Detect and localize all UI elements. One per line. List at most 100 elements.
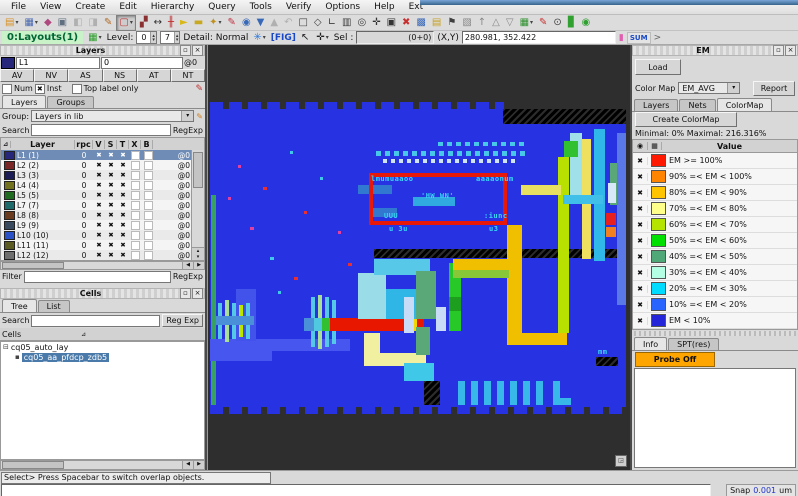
select-check-icon[interactable]: ✖ bbox=[105, 251, 117, 259]
visible-check-icon[interactable]: ✖ bbox=[633, 301, 648, 309]
edit-properties-button[interactable]: ▩ ▾ bbox=[414, 16, 427, 30]
palette-icon[interactable]: ✎ bbox=[195, 84, 203, 94]
draw-via-button[interactable]: ◎ ▾ bbox=[355, 16, 368, 30]
colormap-row[interactable]: ✖ 70% =< EM < 80% bbox=[633, 201, 797, 217]
tab[interactable]: Groups bbox=[47, 96, 94, 108]
num-checkbox[interactable] bbox=[2, 84, 12, 94]
x-checkbox[interactable] bbox=[131, 151, 140, 160]
visible-check-icon[interactable]: ✖ bbox=[93, 191, 105, 199]
colormap-row[interactable]: ✖ 50% =< EM < 60% bbox=[633, 233, 797, 249]
column-header[interactable]: Layer bbox=[11, 140, 75, 149]
visible-check-icon[interactable]: ✖ bbox=[93, 251, 105, 259]
chart-button[interactable]: ▊ ▾ bbox=[566, 16, 578, 30]
zoom-in-button[interactable]: △ ▾ bbox=[490, 16, 502, 30]
layer-row[interactable]: L5 (5) 0 ✖ ✖ ✖ @0 bbox=[1, 190, 192, 200]
menu-item[interactable]: Help bbox=[367, 1, 402, 13]
layer-row[interactable]: L3 (3) 0 ✖ ✖ ✖ @0 bbox=[1, 170, 192, 180]
tab[interactable]: List bbox=[38, 300, 70, 312]
visible-check-icon[interactable]: ✖ bbox=[633, 157, 648, 165]
download-button[interactable]: ▼ ▾ bbox=[255, 16, 267, 30]
layers-horizontal-scrollbar[interactable]: ◀ ▶ bbox=[0, 261, 205, 270]
chevron-down-icon[interactable]: ▾ bbox=[181, 111, 193, 121]
draw-path-button[interactable]: ∟ ▾ bbox=[326, 16, 338, 30]
snap-value[interactable]: 0.001 bbox=[753, 486, 776, 495]
clean-button[interactable]: ✎ ▾ bbox=[102, 16, 114, 30]
tab[interactable]: Layers bbox=[634, 99, 678, 111]
sum-button[interactable]: SUM bbox=[627, 32, 651, 44]
x-checkbox[interactable] bbox=[131, 211, 140, 220]
tab[interactable]: Nets bbox=[679, 99, 715, 111]
scrollbar-buttons[interactable]: ▴▾ bbox=[192, 247, 204, 260]
select-check-icon[interactable]: ✖ bbox=[105, 201, 117, 209]
paste-button[interactable]: ▤ ▾ bbox=[430, 16, 443, 30]
float-panel-icon[interactable]: ▫ bbox=[180, 288, 191, 299]
minus-button[interactable]: ▬ ▾ bbox=[192, 16, 205, 30]
select-check-icon[interactable]: ✖ bbox=[105, 161, 117, 169]
scroll-left-icon[interactable]: ◀ bbox=[182, 461, 193, 469]
layer-row[interactable]: L8 (8) 0 ✖ ✖ ✖ @0 bbox=[1, 210, 192, 220]
select-check-icon[interactable]: ✖ bbox=[105, 191, 117, 199]
report-button[interactable]: Report bbox=[753, 81, 795, 96]
b-checkbox[interactable] bbox=[144, 241, 153, 250]
float-panel-icon[interactable]: ▫ bbox=[180, 45, 191, 56]
draw-polygon-button[interactable]: ◇ ▾ bbox=[312, 16, 324, 30]
redraw-mode-button[interactable]: ✳ ▾ bbox=[251, 31, 267, 45]
visible-check-icon[interactable]: ✖ bbox=[93, 211, 105, 219]
delete-button[interactable]: ✖ ▾ bbox=[400, 16, 412, 30]
library-button[interactable]: ◆ ▾ bbox=[42, 16, 54, 30]
text-check-icon[interactable]: ✖ bbox=[117, 251, 129, 259]
menu-item[interactable]: Create bbox=[68, 1, 112, 13]
layer-row[interactable]: L2 (2) 0 ✖ ✖ ✖ @0 bbox=[1, 160, 192, 170]
column-header[interactable]: T bbox=[117, 140, 129, 149]
column-header[interactable]: V bbox=[93, 140, 105, 149]
menu-item[interactable]: Tools bbox=[243, 1, 279, 13]
layer-visibility-button[interactable]: AS bbox=[68, 69, 102, 82]
text-check-icon[interactable]: ✖ bbox=[117, 231, 129, 239]
visible-check-icon[interactable]: ✖ bbox=[93, 151, 105, 159]
b-checkbox[interactable] bbox=[144, 221, 153, 230]
layer-visibility-button[interactable]: NV bbox=[34, 69, 68, 82]
cursor-tool-icon[interactable]: ↖ bbox=[299, 31, 311, 45]
colormap-row[interactable]: ✖ EM < 10% bbox=[633, 313, 797, 329]
x-checkbox[interactable] bbox=[131, 191, 140, 200]
select-check-icon[interactable]: ✖ bbox=[105, 231, 117, 239]
spinner-arrows-icon[interactable]: ▴▾ bbox=[174, 32, 180, 43]
layer-row[interactable]: L1 (1) 0 ✖ ✖ ✖ @0 bbox=[1, 150, 192, 160]
eye-icon[interactable]: ◉ bbox=[633, 142, 648, 150]
select-check-icon[interactable]: ✖ bbox=[105, 241, 117, 249]
visible-check-icon[interactable]: ✖ bbox=[93, 181, 105, 189]
tab[interactable]: Info bbox=[634, 337, 667, 350]
menu-item[interactable]: Verify bbox=[279, 1, 319, 13]
back-button[interactable]: ◧ ▾ bbox=[71, 16, 84, 30]
tab[interactable]: ColorMap bbox=[717, 98, 773, 111]
layer-filter-input[interactable] bbox=[24, 271, 171, 283]
layout-canvas[interactable]: ◲ lmumuaaooaaaaonum'HW WN'UUUu 3u:iuncu3… bbox=[207, 45, 630, 470]
x-checkbox[interactable] bbox=[131, 221, 140, 230]
text-check-icon[interactable]: ✖ bbox=[117, 151, 129, 159]
visible-check-icon[interactable]: ✖ bbox=[633, 189, 648, 197]
layer-visibility-button[interactable]: AV bbox=[0, 69, 34, 82]
text-check-icon[interactable]: ✖ bbox=[117, 161, 129, 169]
draw-label-button[interactable]: ▥ ▾ bbox=[340, 16, 353, 30]
marker-pen-button[interactable]: ✎ ▾ bbox=[537, 16, 549, 30]
visible-check-icon[interactable]: ✖ bbox=[93, 221, 105, 229]
group-combo[interactable]: Layers in lib ▾ bbox=[31, 110, 194, 122]
capture-button[interactable]: ▣ ▾ bbox=[56, 16, 69, 30]
x-checkbox[interactable] bbox=[131, 201, 140, 210]
text-check-icon[interactable]: ✖ bbox=[117, 221, 129, 229]
regexp-button[interactable]: Reg Exp bbox=[162, 314, 203, 327]
visible-check-icon[interactable]: ✖ bbox=[633, 205, 648, 213]
text-check-icon[interactable]: ✖ bbox=[117, 241, 129, 249]
select-check-icon[interactable]: ✖ bbox=[105, 181, 117, 189]
ruler-button[interactable]: ╫ ▾ bbox=[166, 16, 176, 30]
visible-check-icon[interactable]: ✖ bbox=[633, 317, 648, 325]
current-layer-number-field[interactable] bbox=[101, 57, 183, 69]
layer-visibility-button[interactable]: AT bbox=[137, 69, 171, 82]
cells-horizontal-scrollbar[interactable]: ◀ ▶ bbox=[0, 460, 205, 470]
edit-group-icon[interactable]: ✎ bbox=[196, 112, 203, 121]
layer-search-input[interactable] bbox=[31, 124, 170, 136]
chevron-down-icon[interactable]: ▾ bbox=[727, 83, 739, 93]
text-check-icon[interactable]: ✖ bbox=[117, 201, 129, 209]
column-header[interactable]: rpc bbox=[75, 140, 93, 149]
sort-icon[interactable]: ⊿ bbox=[81, 331, 86, 338]
